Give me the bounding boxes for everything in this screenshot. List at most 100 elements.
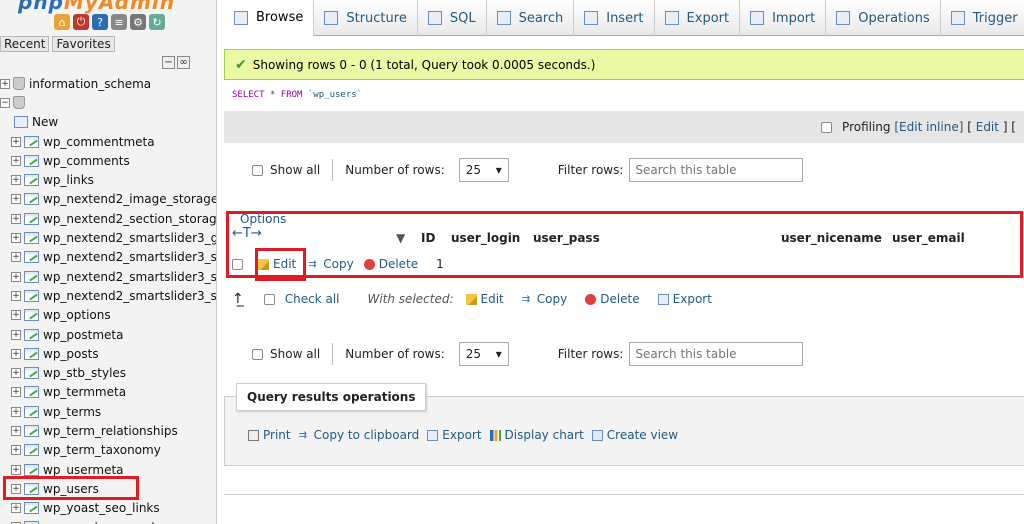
table-name[interactable]: wp_usermeta — [43, 463, 124, 477]
sidebar-item-table[interactable]: + wp_term_taxonomy — [0, 441, 216, 460]
print-link[interactable]: Print — [248, 428, 291, 442]
copy-clipboard-link[interactable]: ⇉ Copy to clipboard — [299, 428, 420, 442]
tab-browse[interactable]: Browse — [224, 0, 315, 36]
table-name[interactable]: wp_term_relationships — [43, 424, 178, 438]
database-name[interactable]: information_schema — [29, 77, 151, 91]
show-all-label[interactable]: Show all — [270, 347, 320, 361]
sidebar-item-table[interactable]: + wp_posts — [0, 344, 216, 363]
table-name[interactable]: wp_links — [43, 173, 94, 187]
link-icon[interactable]: ∞ — [177, 56, 190, 69]
sidebar-item-table[interactable]: + wp_nextend2_image_storage — [0, 190, 216, 209]
expand-icon[interactable]: + — [11, 348, 21, 359]
sidebar-item-table[interactable]: + wp_nextend2_smartslider3_sl — [0, 248, 216, 267]
edit-link[interactable]: Edit — [976, 120, 999, 134]
table-name[interactable]: wp_commentmeta — [43, 135, 155, 149]
tab-export[interactable]: Export — [655, 0, 741, 36]
sidebar-item-table[interactable]: + wp_terms — [0, 402, 216, 421]
sidebar-item-table[interactable]: + wp_stb_styles — [0, 363, 216, 382]
expand-icon[interactable]: + — [11, 290, 21, 301]
expand-icon[interactable]: + — [11, 406, 21, 417]
table-name[interactable]: wp_nextend2_smartslider3_sl — [43, 270, 216, 284]
expand-icon[interactable]: + — [11, 329, 21, 340]
database-item[interactable]: + information_schema — [0, 74, 216, 93]
database-item[interactable]: − — [0, 93, 216, 112]
table-name[interactable]: wp_nextend2_image_storage — [43, 192, 216, 206]
table-name[interactable]: wp_nextend2_smartslider3_g — [43, 231, 216, 245]
settings-icon[interactable]: ⚙ — [130, 14, 146, 30]
sidebar-item-table[interactable]: + wp_nextend2_smartslider3_g — [0, 228, 216, 247]
table-name[interactable]: wp_termmeta — [43, 385, 126, 399]
table-name[interactable]: wp_nextend2_section_storage — [43, 212, 216, 226]
collapse-icon[interactable]: − — [0, 97, 10, 108]
sidebar-item-table[interactable]: + wp_termmeta — [0, 383, 216, 402]
sidebar-item-table[interactable]: + wp_postmeta — [0, 325, 216, 344]
logout-icon[interactable]: ⏻ — [73, 14, 89, 30]
display-chart-link[interactable]: Display chart — [489, 428, 584, 442]
check-all-label[interactable]: Check all — [285, 292, 340, 306]
bulk-edit-button[interactable]: Edit — [465, 292, 504, 306]
table-name[interactable]: wp_comments — [43, 154, 130, 168]
sidebar-item-table[interactable]: + wp_nextend2_section_storage — [0, 209, 216, 228]
sidebar-item-table[interactable]: + wp_comments — [0, 151, 216, 170]
filter-input[interactable] — [629, 158, 804, 182]
sidebar-item-table[interactable]: + wp_options — [0, 306, 216, 325]
bulk-copy-button[interactable]: ⇉ Copy — [522, 292, 567, 306]
tab-sql[interactable]: SQL — [418, 0, 487, 36]
table-name[interactable]: wp_nextend2_smartslider3_sl — [43, 250, 216, 264]
tab-triggers[interactable]: Trigger — [941, 0, 1024, 36]
home-icon[interactable]: ⌂ — [54, 14, 70, 30]
tab-structure[interactable]: Structure — [314, 0, 418, 36]
rows-select[interactable]: 25 ▾ — [458, 342, 509, 366]
expand-icon[interactable]: + — [11, 387, 21, 398]
expand-icon[interactable]: + — [0, 78, 10, 89]
expand-icon[interactable]: + — [11, 445, 21, 456]
table-name[interactable]: wp_term_taxonomy — [43, 443, 161, 457]
sidebar-item-table[interactable]: + wp_commentmeta — [0, 132, 216, 151]
bulk-delete-button[interactable]: Delete — [585, 292, 640, 306]
table-name[interactable]: wp_postmeta — [43, 328, 123, 342]
export-link[interactable]: Export — [427, 428, 482, 442]
expand-icon[interactable]: + — [11, 503, 21, 514]
expand-icon[interactable]: + — [11, 368, 21, 379]
phpmyadmin-logo[interactable]: phpMyAdmin — [18, 0, 175, 14]
tab-import[interactable]: Import — [740, 0, 827, 36]
sidebar-item-table[interactable]: + wp_term_relationships — [0, 421, 216, 440]
sidebar-item-table[interactable]: + wp_nextend2_smartslider3_sl — [0, 267, 216, 286]
table-name[interactable]: wp_nextend2_smartslider3_sl — [43, 289, 216, 303]
tab-recent[interactable]: Recent — [0, 36, 50, 52]
table-name[interactable]: wp_options — [43, 308, 111, 322]
expand-icon[interactable]: + — [11, 271, 21, 282]
show-all-checkbox[interactable] — [252, 164, 263, 176]
rows-select[interactable]: 25 ▾ — [458, 158, 509, 182]
tab-operations[interactable]: Operations — [826, 0, 941, 36]
sidebar-item-table[interactable]: +wp_yoast_seo_meta — [0, 518, 216, 524]
profiling-checkbox[interactable] — [821, 121, 833, 133]
expand-icon[interactable]: + — [11, 233, 21, 244]
edit-inline-link[interactable]: [Edit inline] — [894, 120, 963, 134]
new-label[interactable]: New — [32, 115, 58, 129]
tab-insert[interactable]: Insert — [574, 0, 655, 36]
show-all-label[interactable]: Show all — [270, 163, 320, 177]
check-all-checkbox[interactable] — [263, 293, 275, 305]
expand-icon[interactable]: + — [11, 136, 21, 147]
docs-icon[interactable]: ≡ — [111, 14, 127, 30]
table-name[interactable]: wp_stb_styles — [43, 366, 126, 380]
sidebar-item-table[interactable]: + wp_nextend2_smartslider3_sl — [0, 286, 216, 305]
filter-input[interactable] — [629, 342, 804, 366]
tab-search[interactable]: Search — [487, 0, 575, 36]
collapse-all-icon[interactable]: − — [162, 56, 175, 69]
expand-icon[interactable]: + — [11, 252, 21, 263]
expand-icon[interactable]: + — [11, 310, 21, 321]
help-icon[interactable]: ? — [92, 14, 108, 30]
expand-icon[interactable]: + — [11, 194, 21, 205]
sidebar-item-table[interactable]: + wp_links — [0, 170, 216, 189]
reload-icon[interactable]: ↻ — [149, 14, 165, 30]
table-name[interactable]: wp_terms — [43, 405, 101, 419]
table-name[interactable]: wp_posts — [43, 347, 99, 361]
expand-icon[interactable]: + — [11, 464, 21, 475]
expand-icon[interactable]: + — [11, 175, 21, 186]
bulk-export-button[interactable]: Export — [657, 292, 712, 306]
table-name[interactable]: wp_yoast_seo_meta — [43, 520, 163, 524]
create-view-link[interactable]: Create view — [591, 428, 678, 442]
sidebar-item-table[interactable]: + wp_yoast_seo_links — [0, 499, 216, 518]
